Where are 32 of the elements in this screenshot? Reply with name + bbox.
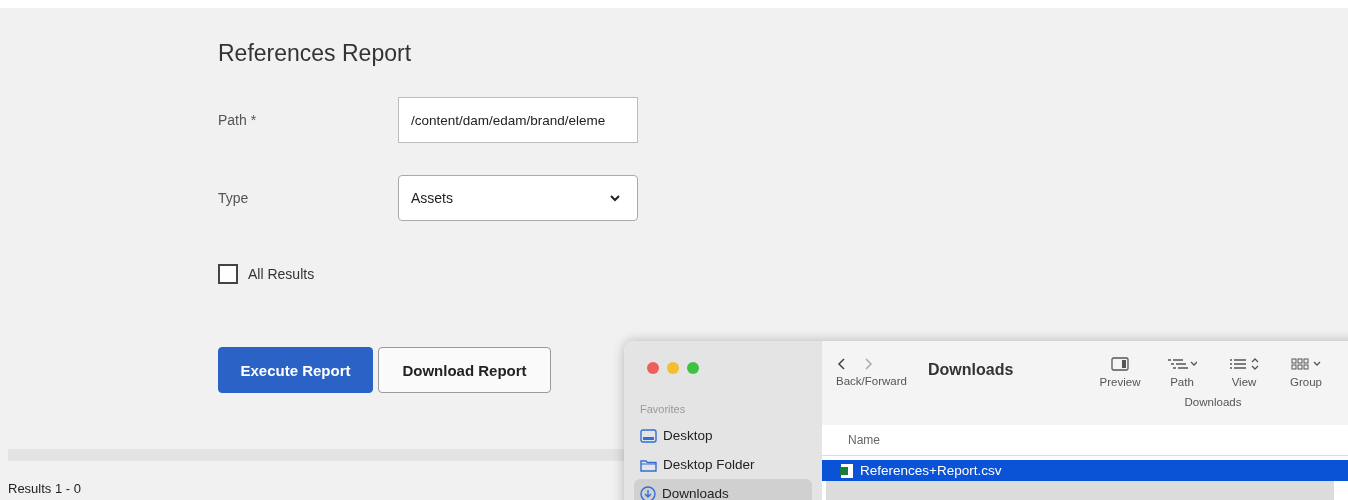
checkbox-label: All Results [248, 266, 315, 282]
file-row[interactable]: References+Report.csv [822, 460, 1348, 481]
type-label: Type [218, 190, 250, 206]
grid-dropdown-icon [1291, 357, 1321, 371]
list-dropdown-icon [1167, 357, 1197, 371]
download-button[interactable]: Download Report [378, 347, 551, 393]
list-view-icon [1229, 357, 1259, 371]
sidebar-item[interactable]: Downloads [634, 479, 812, 500]
spreadsheet-file-icon [840, 462, 854, 479]
display-icon [640, 428, 657, 443]
sidebar-item[interactable]: Desktop [634, 421, 812, 450]
sidebar-item[interactable]: Desktop Folder [634, 450, 812, 479]
toolbar-button[interactable]: Preview [1098, 357, 1142, 388]
results-count: Results 1 - 0 [8, 481, 81, 496]
checkbox[interactable] [218, 264, 238, 284]
path-label: Path * [218, 112, 258, 128]
chevron-down-icon [609, 194, 621, 202]
type-dropdown[interactable]: Assets [398, 175, 638, 221]
download-icon [640, 485, 656, 500]
path-input-field[interactable]: /content/dam/edam/brand/eleme [398, 97, 638, 143]
toolbar-button[interactable]: View [1222, 357, 1266, 388]
sidebar-section-label: Favorites [639, 403, 687, 415]
window-title: Downloads [928, 360, 1015, 380]
window-controls-icon[interactable] [646, 361, 702, 375]
toolbar-group-label: Downloads [1184, 396, 1242, 408]
folder-icon [640, 457, 657, 472]
toolbar-button[interactable]: Path [1160, 357, 1204, 388]
report-title: References Report [218, 39, 413, 67]
sidebar-panel-icon [1111, 357, 1129, 371]
nav-label: Back/Forward [836, 375, 908, 387]
execute-button[interactable]: Execute Report [218, 347, 373, 393]
toolbar-button[interactable]: Group [1284, 357, 1328, 388]
